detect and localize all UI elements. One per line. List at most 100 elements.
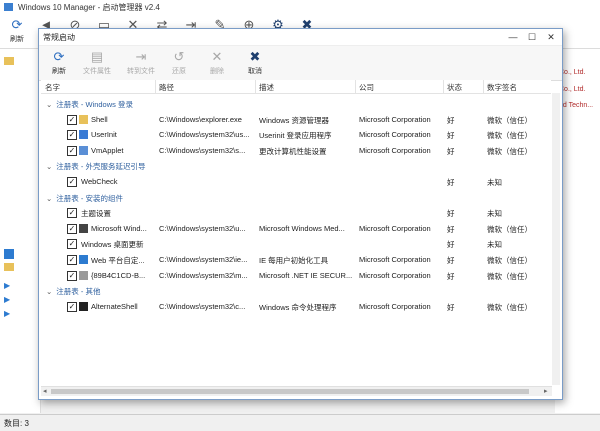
status-count: 数目: 3 <box>4 419 29 428</box>
chevron-down-icon[interactable]: ⌄ <box>46 162 52 171</box>
column-header[interactable]: 数字签名 <box>487 82 517 93</box>
group-row[interactable]: ⌄ 注册表 - Windows 登录 <box>41 96 551 111</box>
dialog-toolbar-label: 文件属性 <box>83 68 111 75</box>
expand-arrow-icon[interactable]: ▶ <box>4 309 10 318</box>
column-header[interactable]: 状态 <box>447 82 462 93</box>
table-row[interactable]: ✓ Windows 桌面更新 好 未知 <box>41 236 551 251</box>
scroll-right-icon[interactable]: ▸ <box>544 387 548 395</box>
toolbar-button-label: 刷新 <box>10 36 24 43</box>
list-header: 名字 路径 描述 公司 状态 数字签名 <box>41 80 551 94</box>
dialog-toolbar-button[interactable]: ✕ 删除 <box>199 46 235 80</box>
scrollbar-thumb[interactable] <box>51 389 529 394</box>
cell-name: WebCheck <box>81 177 118 186</box>
column-divider[interactable] <box>255 80 256 93</box>
cell-state: 好 <box>447 224 455 234</box>
table-row[interactable]: ✓ Shell C:\Windows\explorer.exe Windows 资源管… <box>41 112 551 127</box>
cell-sig: 未知 <box>487 178 502 187</box>
dialog-toolbar-button[interactable]: ⇥ 转到文件 <box>123 46 159 80</box>
window-icon <box>79 130 88 140</box>
cell-name: UserInit <box>91 130 117 140</box>
column-header[interactable]: 描述 <box>259 82 274 93</box>
toolbar-button[interactable]: ⟳ 刷新 <box>2 14 32 48</box>
cell-sig: 微软（信任） <box>487 146 532 156</box>
folder-icon <box>4 263 14 271</box>
app-icon <box>4 3 13 11</box>
cell-name: {89B4C1CD-B... <box>91 270 146 280</box>
dialog-toolbar-button[interactable]: ✖ 取消 <box>237 46 273 80</box>
dialog-toolbar-button[interactable]: ↺ 还原 <box>161 46 197 80</box>
cell-company: Microsoft Corporation <box>359 223 431 233</box>
table-row[interactable]: ✓ 主题设置 好 未知 <box>41 205 551 220</box>
group-header: ⌄ 注册表 - 外壳服务延迟引导 <box>46 161 145 172</box>
cell-name: Shell <box>91 114 108 124</box>
table-row[interactable]: ✓ Microsoft Wind... C:\Windows\system32\u.… <box>41 221 551 236</box>
goto-icon: ⇥ <box>135 49 147 64</box>
row-checkbox[interactable]: ✓ <box>67 145 77 156</box>
dialog-toolbar-button[interactable]: ▤ 文件属性 <box>79 46 115 80</box>
row-checkbox[interactable]: ✓ <box>67 130 77 141</box>
group-label: 注册表 - 安装的组件 <box>56 193 123 203</box>
cell-path: C:\Windows\system32\u... <box>159 223 246 233</box>
table-row[interactable]: ✓ {89B4C1CD-B... C:\Windows\system32\m... M… <box>41 268 551 283</box>
expand-arrow-icon[interactable]: ▶ <box>4 295 10 304</box>
column-divider[interactable] <box>355 80 356 93</box>
row-checkbox[interactable]: ✓ <box>67 239 77 250</box>
cell-path: C:\Windows\system32\ie... <box>159 255 248 264</box>
row-checkbox[interactable]: ✓ <box>67 114 77 125</box>
cancel-icon: ✖ <box>249 49 261 64</box>
left-tree-pane[interactable]: ▶ ▶ ▶ <box>0 49 41 413</box>
group-label: 注册表 - Windows 登录 <box>56 100 133 109</box>
comment-icon: ▤ <box>90 49 104 64</box>
cell-path: C:\Windows\system32\us... <box>159 130 250 140</box>
column-divider[interactable] <box>483 80 484 93</box>
cell-sig: 微软（信任） <box>487 256 532 265</box>
table-row[interactable]: ✓ WebCheck 好 未知 <box>41 174 551 189</box>
group-label: 注册表 - 外壳服务延迟引导 <box>56 162 146 172</box>
group-row[interactable]: ⌄ 注册表 - 其他 <box>41 283 551 298</box>
group-row[interactable]: ⌄ 注册表 - 外壳服务延迟引导 <box>41 158 551 173</box>
dialog-toolbar-label: 删除 <box>210 68 224 75</box>
dialog-toolbar-label: 刷新 <box>52 68 66 75</box>
company-text: nd Techn... <box>559 102 594 109</box>
dialog-toolbar-label: 还原 <box>172 68 186 75</box>
table-row[interactable]: ✓ AlternateShell C:\Windows\system32\c... W… <box>41 299 551 314</box>
maximize-button[interactable]: ☐ <box>523 31 541 43</box>
row-checkbox[interactable]: ✓ <box>67 301 77 312</box>
group-header: ⌄ 注册表 - 安装的组件 <box>46 193 123 204</box>
cell-name: VmApplet <box>91 145 124 155</box>
cell-name: 主题设置 <box>81 209 111 219</box>
column-divider[interactable] <box>443 80 444 93</box>
column-header[interactable]: 公司 <box>359 82 374 93</box>
expand-arrow-icon[interactable]: ▶ <box>4 281 10 290</box>
close-button[interactable]: ✕ <box>542 31 560 43</box>
dialog-toolbar-button[interactable]: ⟳ 刷新 <box>41 46 77 80</box>
cell-sig: 微软（信任） <box>487 131 532 141</box>
dialog-toolbar-label: 转到文件 <box>127 68 155 75</box>
row-checkbox[interactable]: ✓ <box>67 270 77 281</box>
chevron-down-icon[interactable]: ⌄ <box>46 100 52 109</box>
table-row[interactable]: ✓ VmApplet C:\Windows\system32\s... 更改计算机性能… <box>41 143 551 158</box>
table-row[interactable]: ✓ UserInit C:\Windows\system32\us... Userin… <box>41 127 551 142</box>
chevron-down-icon[interactable]: ⌄ <box>46 287 52 296</box>
column-divider[interactable] <box>155 80 156 93</box>
table-row[interactable]: ✓ Web 平台自定... C:\Windows\system32\ie... IE … <box>41 252 551 267</box>
cell-sig: 未知 <box>487 209 502 219</box>
cell-name: Microsoft Wind... <box>91 223 147 233</box>
startup-list: 名字 路径 描述 公司 状态 数字签名 ⌄ 注册表 - Windows 登录 ✓ Shell C:… <box>41 80 551 385</box>
group-row[interactable]: ⌄ 注册表 - 安装的组件 <box>41 190 551 205</box>
column-header[interactable]: 名字 <box>45 82 60 93</box>
row-checkbox[interactable]: ✓ <box>67 223 77 234</box>
minimize-button[interactable]: — <box>504 31 522 43</box>
cell-state: 好 <box>447 178 455 187</box>
column-header[interactable]: 路径 <box>159 82 174 93</box>
horizontal-scrollbar[interactable]: ◂ ▸ <box>41 386 552 396</box>
ie-icon <box>79 255 88 264</box>
scroll-left-icon[interactable]: ◂ <box>43 387 47 395</box>
row-checkbox[interactable]: ✓ <box>67 255 77 265</box>
cell-sig: 微软（信任） <box>487 224 532 234</box>
row-checkbox[interactable]: ✓ <box>67 208 77 219</box>
vertical-scrollbar[interactable] <box>552 93 560 385</box>
cell-sig: 微软（信任） <box>487 115 532 125</box>
row-checkbox[interactable]: ✓ <box>67 177 77 187</box>
chevron-down-icon[interactable]: ⌄ <box>46 194 52 203</box>
